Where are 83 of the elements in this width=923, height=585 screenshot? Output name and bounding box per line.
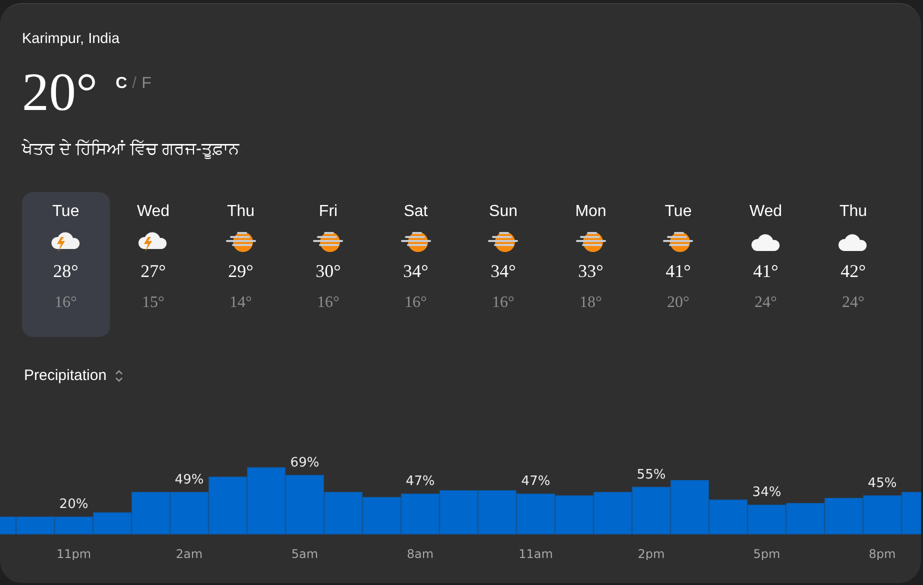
day-name: Tue [664, 202, 692, 222]
value-label: 20% [59, 497, 88, 512]
day-forecast[interactable]: Mon 33° 18° [547, 192, 634, 337]
day-name: Thu [226, 202, 255, 222]
precipitation-bar [54, 516, 93, 534]
value-label: 47% [406, 474, 435, 490]
precipitation-bar [748, 504, 786, 534]
precipitation-bar [824, 498, 863, 534]
unit-separator: / [132, 75, 137, 93]
low-temperature: 16° [492, 294, 514, 312]
low-temperature: 14° [230, 294, 252, 312]
precipitation-bar [170, 492, 208, 534]
low-temperature: 18° [580, 294, 602, 312]
precipitation-bar [362, 497, 401, 534]
chart-selector[interactable]: Precipitation [24, 367, 123, 384]
high-temperature: 41° [753, 261, 778, 282]
high-temperature: 28° [53, 261, 78, 282]
low-temperature: 16° [54, 294, 77, 312]
precipitation-bar [555, 495, 594, 534]
haze-icon [224, 229, 257, 255]
high-temperature: 34° [490, 261, 516, 282]
day-name: Thu [839, 202, 868, 222]
day-forecast[interactable]: Fri 30° 16° [284, 192, 372, 337]
low-temperature: 24° [754, 294, 777, 312]
low-temperature: 24° [842, 294, 864, 312]
precipitation-bar [786, 503, 824, 534]
day-name: Wed [749, 202, 782, 222]
day-name: Sat [404, 202, 428, 222]
haze-icon [487, 229, 520, 255]
precipitation-bar [632, 486, 670, 534]
precipitation-bar [286, 474, 324, 534]
high-temperature: 34° [403, 261, 428, 282]
time-label: 8am [406, 547, 434, 560]
value-label: 47% [521, 474, 550, 490]
time-label: 5am [291, 547, 318, 560]
location: Karimpur, India [22, 31, 121, 47]
precipitation-bar [401, 494, 440, 534]
precipitation-bar [208, 476, 247, 534]
haze-icon [400, 229, 432, 255]
haze-icon [312, 229, 344, 255]
low-temperature: 20° [667, 294, 690, 312]
day-name: Mon [575, 202, 606, 222]
high-temperature: 29° [228, 261, 254, 282]
haze-icon [574, 229, 607, 255]
day-forecast[interactable]: Wed 41° 24° [722, 192, 810, 337]
value-label: 45% [868, 476, 897, 491]
value-label: 34% [752, 485, 782, 500]
high-temperature: 41° [666, 261, 691, 282]
day-forecast[interactable]: Thu 42° 24° [810, 192, 897, 337]
low-temperature: 16° [404, 294, 427, 312]
day-forecast[interactable]: Tue 41° 20° [634, 192, 722, 337]
time-label: 2am [176, 547, 203, 560]
value-label: 49% [174, 472, 204, 488]
precipitation-bar [440, 490, 478, 534]
low-temperature: 16° [317, 294, 340, 312]
day-name: Wed [136, 202, 170, 222]
day-name: Fri [318, 202, 338, 222]
high-temperature: 33° [578, 261, 604, 282]
chevron-up-down-icon [114, 370, 123, 382]
precipitation-bar [324, 492, 362, 534]
high-temperature: 30° [316, 261, 341, 282]
unit-toggle[interactable]: F [142, 75, 152, 93]
high-temperature: 27° [140, 261, 166, 282]
precipitation-bar [478, 490, 516, 534]
high-temperature: 42° [840, 261, 866, 282]
day-forecast[interactable]: Tue 28° 16° [22, 192, 110, 337]
unit-toggle[interactable]: C [116, 75, 128, 93]
precipitation-bar [247, 467, 286, 534]
day-name: Tue [52, 202, 80, 222]
day-forecast[interactable]: Thu 29° 14° [197, 192, 284, 337]
value-label: 55% [636, 467, 666, 482]
day-forecast[interactable]: Sat 34° 16° [372, 192, 460, 337]
day-name: Sun [489, 202, 518, 222]
day-forecast[interactable]: Wed 27° 15° [110, 192, 197, 337]
time-label: 11am [518, 547, 553, 560]
condition: ਖੇਤਰ ਦੇ ਹਿੱਸਿਆਂ ਵਿੱਚ ਗਰਜ-ਤੂਫ਼ਾਨ [22, 139, 241, 159]
haze-icon [662, 229, 694, 255]
low-temperature: 15° [142, 294, 164, 312]
current-temperature: 20° [22, 63, 98, 121]
precipitation-bar [594, 492, 632, 534]
precipitation-bar [516, 494, 555, 534]
value-label: 69% [290, 455, 320, 470]
day-forecast[interactable]: Sun 34° 16° [460, 192, 547, 337]
